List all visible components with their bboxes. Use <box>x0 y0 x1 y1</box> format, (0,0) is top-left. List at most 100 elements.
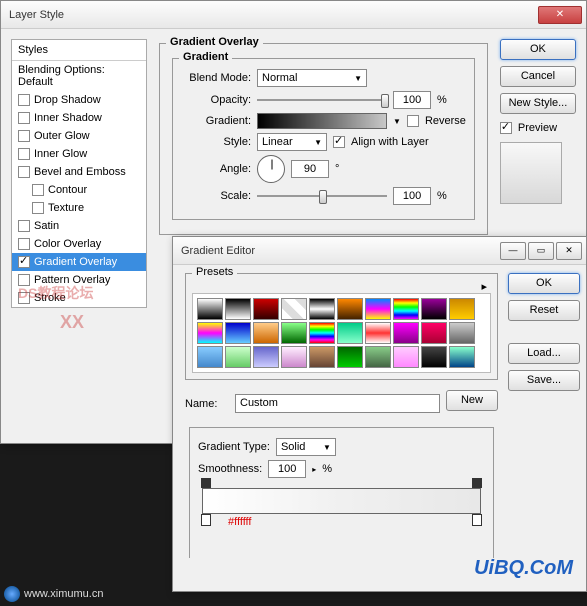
style-item-inner-glow[interactable]: Inner Glow <box>12 145 146 163</box>
style-checkbox[interactable] <box>18 292 30 304</box>
style-checkbox[interactable] <box>18 274 30 286</box>
chevron-down-icon: ▼ <box>314 138 322 147</box>
preset-swatch[interactable] <box>281 346 307 368</box>
style-item-inner-shadow[interactable]: Inner Shadow <box>12 109 146 127</box>
style-checkbox[interactable] <box>18 94 30 106</box>
gradient-bar[interactable] <box>202 488 481 514</box>
close-button[interactable]: ✕ <box>538 6 582 24</box>
scale-value[interactable]: 100 <box>393 187 431 205</box>
style-checkbox[interactable] <box>18 112 30 124</box>
preset-swatch[interactable] <box>197 298 223 320</box>
style-item-contour[interactable]: Contour <box>12 181 146 199</box>
layer-style-titlebar[interactable]: Layer Style ✕ <box>1 1 586 29</box>
align-checkbox[interactable] <box>333 136 345 148</box>
presets-fieldset: Presets ▸ <box>185 273 498 380</box>
gradient-subtitle: Gradient <box>179 51 232 63</box>
preset-swatch[interactable] <box>449 298 475 320</box>
blend-mode-select[interactable]: Normal▼ <box>257 69 367 87</box>
new-style-button[interactable]: New Style... <box>500 93 576 114</box>
angle-value[interactable]: 90 <box>291 160 329 178</box>
gradient-name-input[interactable]: Custom <box>235 394 440 413</box>
ge-save-button[interactable]: Save... <box>508 370 580 391</box>
style-item-texture[interactable]: Texture <box>12 199 146 217</box>
opacity-slider[interactable] <box>257 99 387 101</box>
preset-swatch[interactable] <box>309 322 335 344</box>
angle-dial[interactable] <box>257 155 285 183</box>
chevron-right-icon[interactable]: ▸ <box>312 465 316 474</box>
preset-swatch[interactable] <box>225 322 251 344</box>
blending-options-row[interactable]: Blending Options: Default <box>12 61 146 91</box>
style-checkbox[interactable] <box>18 166 30 178</box>
gradient-type-select[interactable]: Solid▼ <box>276 438 336 456</box>
preset-swatch[interactable] <box>281 298 307 320</box>
new-gradient-button[interactable]: New <box>446 390 498 411</box>
preset-swatch[interactable] <box>393 322 419 344</box>
preset-swatch[interactable] <box>421 322 447 344</box>
preset-swatch[interactable] <box>449 346 475 368</box>
ge-ok-button[interactable]: OK <box>508 273 580 294</box>
minimize-button[interactable]: — <box>500 242 526 260</box>
style-item-color-overlay[interactable]: Color Overlay <box>12 235 146 253</box>
opacity-stop-left[interactable] <box>201 478 211 488</box>
style-checkbox[interactable] <box>32 184 44 196</box>
style-item-satin[interactable]: Satin <box>12 217 146 235</box>
preview-checkbox[interactable] <box>500 122 512 134</box>
preset-swatch[interactable] <box>449 322 475 344</box>
style-checkbox[interactable] <box>32 202 44 214</box>
style-item-outer-glow[interactable]: Outer Glow <box>12 127 146 145</box>
ge-load-button[interactable]: Load... <box>508 343 580 364</box>
preset-swatch[interactable] <box>421 346 447 368</box>
preset-swatch[interactable] <box>253 346 279 368</box>
chevron-down-icon: ▼ <box>323 443 331 452</box>
footer: www.ximumu.cn <box>4 586 103 602</box>
hex-label: #ffffff <box>228 516 485 528</box>
opacity-stop-right[interactable] <box>472 478 482 488</box>
preset-swatch[interactable] <box>309 346 335 368</box>
maximize-button[interactable]: ▭ <box>528 242 554 260</box>
presets-menu-icon[interactable]: ▸ <box>481 281 487 293</box>
style-item-gradient-overlay[interactable]: Gradient Overlay <box>12 253 146 271</box>
preset-swatch[interactable] <box>337 346 363 368</box>
preset-swatch[interactable] <box>337 322 363 344</box>
preset-swatch[interactable] <box>365 298 391 320</box>
chevron-down-icon[interactable]: ▼ <box>393 117 401 126</box>
preset-swatch[interactable] <box>225 346 251 368</box>
gradient-editor-title: Gradient Editor <box>181 245 500 257</box>
ge-reset-button[interactable]: Reset <box>508 300 580 321</box>
style-checkbox[interactable] <box>18 238 30 250</box>
styles-header[interactable]: Styles <box>12 40 146 61</box>
style-item-stroke[interactable]: Stroke <box>12 289 146 307</box>
preset-swatch[interactable] <box>253 322 279 344</box>
preset-swatch[interactable] <box>421 298 447 320</box>
preset-swatch[interactable] <box>365 322 391 344</box>
gradient-swatch[interactable] <box>257 113 387 129</box>
preset-swatch[interactable] <box>393 298 419 320</box>
preset-swatch[interactable] <box>337 298 363 320</box>
style-checkbox[interactable] <box>18 220 30 232</box>
reverse-checkbox[interactable] <box>407 115 419 127</box>
style-checkbox[interactable] <box>18 256 30 268</box>
preset-swatch[interactable] <box>253 298 279 320</box>
style-checkbox[interactable] <box>18 148 30 160</box>
preset-swatch[interactable] <box>309 298 335 320</box>
preset-swatch[interactable] <box>225 298 251 320</box>
style-item-bevel-and-emboss[interactable]: Bevel and Emboss <box>12 163 146 181</box>
preset-swatch[interactable] <box>393 346 419 368</box>
cancel-button[interactable]: Cancel <box>500 66 576 87</box>
preset-swatch[interactable] <box>281 322 307 344</box>
opacity-value[interactable]: 100 <box>393 91 431 109</box>
color-stop-right[interactable] <box>472 514 482 526</box>
style-select[interactable]: Linear▼ <box>257 133 327 151</box>
style-item-drop-shadow[interactable]: Drop Shadow <box>12 91 146 109</box>
preset-swatch[interactable] <box>365 346 391 368</box>
close-button[interactable]: ✕ <box>556 242 582 260</box>
smoothness-value[interactable]: 100 <box>268 460 306 478</box>
preset-swatch[interactable] <box>197 322 223 344</box>
scale-slider[interactable] <box>257 195 387 197</box>
style-checkbox[interactable] <box>18 130 30 142</box>
preset-swatch[interactable] <box>197 346 223 368</box>
style-item-pattern-overlay[interactable]: Pattern Overlay <box>12 271 146 289</box>
ok-button[interactable]: OK <box>500 39 576 60</box>
gradient-editor-titlebar[interactable]: Gradient Editor — ▭ ✕ <box>173 237 586 265</box>
color-stop-left[interactable] <box>201 514 211 526</box>
